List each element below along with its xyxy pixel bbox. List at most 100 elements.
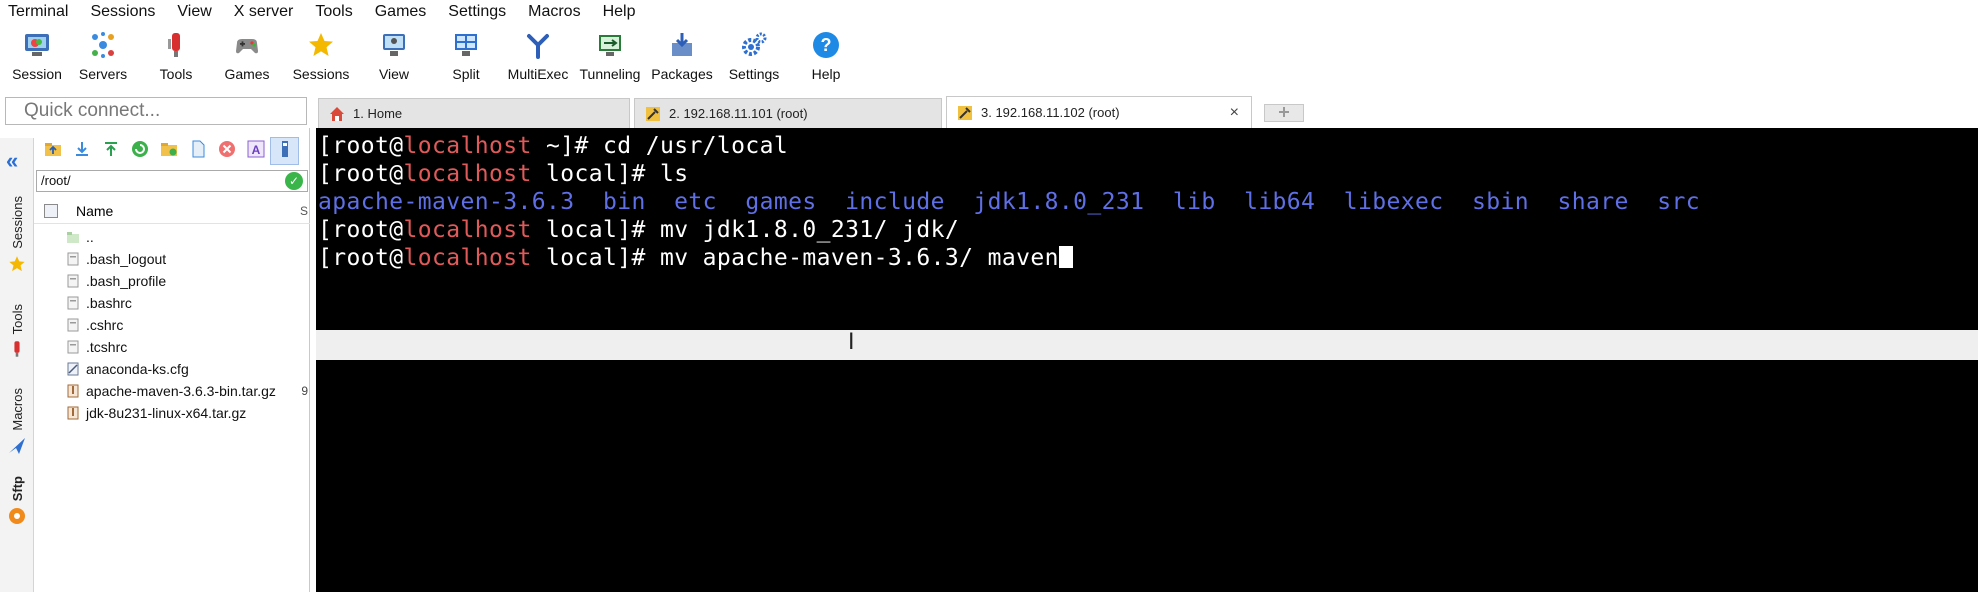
- tab-session-102[interactable]: 3. 192.168.11.102 (root) ×: [946, 96, 1252, 128]
- tab-session-101-label: 2. 192.168.11.101 (root): [669, 106, 808, 121]
- menu-games[interactable]: Games: [375, 3, 437, 21]
- packages-icon: [667, 30, 697, 60]
- star-icon: [8, 255, 26, 273]
- rename-button[interactable]: A: [241, 137, 270, 165]
- list-item[interactable]: anaconda-ks.cfg: [34, 358, 310, 380]
- session-button[interactable]: Session: [10, 24, 64, 92]
- tab-home-label: 1. Home: [353, 106, 403, 121]
- tools-icon: [161, 30, 191, 60]
- upload-button[interactable]: [96, 137, 125, 165]
- terminal-highlight-band: [316, 330, 1978, 360]
- new-tab-button[interactable]: [1264, 104, 1304, 122]
- menu-macros[interactable]: Macros: [528, 3, 590, 21]
- terminal-follow-icon: [276, 140, 294, 162]
- list-item[interactable]: .tcshrc: [34, 336, 310, 358]
- menu-view[interactable]: View: [177, 3, 221, 21]
- menu-tools[interactable]: Tools: [315, 3, 362, 21]
- sidetab-sftp[interactable]: Sftp: [6, 476, 28, 525]
- side-tabs: « Sessions Tools Macros Sftp: [0, 138, 34, 592]
- file-icon: [66, 252, 80, 266]
- file-icon: [66, 274, 80, 288]
- session-icon: [22, 30, 52, 60]
- sidetab-tools[interactable]: Tools: [6, 304, 28, 358]
- list-item[interactable]: .bash_profile: [34, 270, 310, 292]
- refresh-icon: [131, 140, 149, 162]
- gear-icon: [739, 30, 769, 60]
- rename-icon: A: [247, 140, 265, 162]
- sftp-path-text: /root/: [41, 173, 71, 188]
- sidetab-macros[interactable]: Macros: [6, 388, 28, 455]
- new-file-button[interactable]: [183, 137, 212, 165]
- download-button[interactable]: [67, 137, 96, 165]
- parent-folder-button[interactable]: [38, 137, 67, 165]
- servers-icon: [88, 30, 118, 60]
- new-folder-button[interactable]: [154, 137, 183, 165]
- column-name-header[interactable]: Name: [76, 203, 113, 219]
- sessions-button[interactable]: Sessions: [284, 24, 358, 92]
- svg-text:?: ?: [821, 35, 832, 55]
- tab-home[interactable]: 1. Home: [318, 98, 630, 128]
- list-item[interactable]: ..: [34, 226, 310, 248]
- list-item[interactable]: jdk-8u231-linux-x64.tar.gz: [34, 402, 310, 424]
- packages-button[interactable]: Packages: [646, 24, 718, 92]
- file-list-header: Name S: [34, 198, 310, 224]
- collapse-panel-icon[interactable]: «: [6, 148, 18, 174]
- archive-icon: [66, 384, 80, 398]
- sftp-path-input[interactable]: /root/ ✓: [36, 170, 308, 192]
- menu-help[interactable]: Help: [603, 3, 646, 21]
- column-size-header[interactable]: S: [300, 204, 308, 218]
- menu-xserver[interactable]: X server: [234, 3, 304, 21]
- tunneling-button[interactable]: Tunneling: [574, 24, 646, 92]
- new-file-icon: [189, 140, 207, 162]
- delete-button[interactable]: [212, 137, 241, 165]
- file-icon: [66, 296, 80, 310]
- tools-icon: [8, 340, 26, 358]
- check-icon[interactable]: ✓: [285, 172, 303, 190]
- main-toolbar: Session Servers Tools Games Sessions Vie…: [0, 24, 1978, 92]
- download-icon: [73, 140, 91, 162]
- quick-connect-input[interactable]: Quick connect...: [5, 97, 307, 125]
- archive-icon: [66, 406, 80, 420]
- list-item[interactable]: .cshrc: [34, 314, 310, 336]
- games-icon: [232, 30, 262, 60]
- session-tabs: 1. Home 2. 192.168.11.101 (root) 3. 192.…: [318, 96, 1978, 128]
- terminal-line: [root@localhost local]# mv jdk1.8.0_231/…: [318, 217, 960, 243]
- help-icon: ?: [811, 30, 841, 60]
- menu-terminal[interactable]: Terminal: [8, 3, 78, 21]
- sftp-panel: A /root/ ✓ Name S .. .bash_logout .bash_…: [34, 128, 310, 592]
- send-icon: [8, 437, 26, 455]
- list-item[interactable]: .bashrc: [34, 292, 310, 314]
- multiexec-button[interactable]: MultiExec: [502, 24, 574, 92]
- menu-settings[interactable]: Settings: [448, 3, 516, 21]
- sftp-toolbar: A: [34, 136, 310, 166]
- sidetab-sessions[interactable]: Sessions: [6, 196, 28, 273]
- folder-up-icon: [66, 230, 80, 244]
- menu-sessions[interactable]: Sessions: [90, 3, 165, 21]
- view-icon: [379, 30, 409, 60]
- star-icon: [306, 30, 336, 60]
- split-button[interactable]: Split: [430, 24, 502, 92]
- servers-button[interactable]: Servers: [64, 24, 142, 92]
- settings-button[interactable]: Settings: [718, 24, 790, 92]
- terminal-line: [root@localhost local]# mv apache-maven-…: [318, 245, 1073, 273]
- terminal-follow-button[interactable]: [270, 137, 299, 165]
- view-button[interactable]: View: [358, 24, 430, 92]
- tools-button[interactable]: Tools: [142, 24, 210, 92]
- select-all-checkbox[interactable]: [44, 203, 58, 218]
- list-item[interactable]: .bash_logout: [34, 248, 310, 270]
- terminal-cursor: [1058, 246, 1073, 268]
- terminal-area[interactable]: [root@localhost ~]# cd /usr/local [root@…: [316, 128, 1978, 592]
- close-icon[interactable]: ×: [1230, 104, 1239, 122]
- new-folder-icon: [160, 140, 178, 162]
- terminal-line: [root@localhost ~]# cd /usr/local: [318, 133, 789, 159]
- help-button[interactable]: ? Help: [790, 24, 862, 92]
- home-icon: [329, 106, 345, 122]
- games-button[interactable]: Games: [210, 24, 284, 92]
- list-item[interactable]: apache-maven-3.6.3-bin.tar.gz 9: [34, 380, 310, 402]
- tab-session-101[interactable]: 2. 192.168.11.101 (root): [634, 98, 942, 128]
- sftp-icon: [8, 507, 26, 525]
- folder-up-icon: [44, 140, 62, 162]
- delete-icon: [218, 140, 236, 162]
- refresh-button[interactable]: [125, 137, 154, 165]
- ssh-icon: [957, 105, 973, 121]
